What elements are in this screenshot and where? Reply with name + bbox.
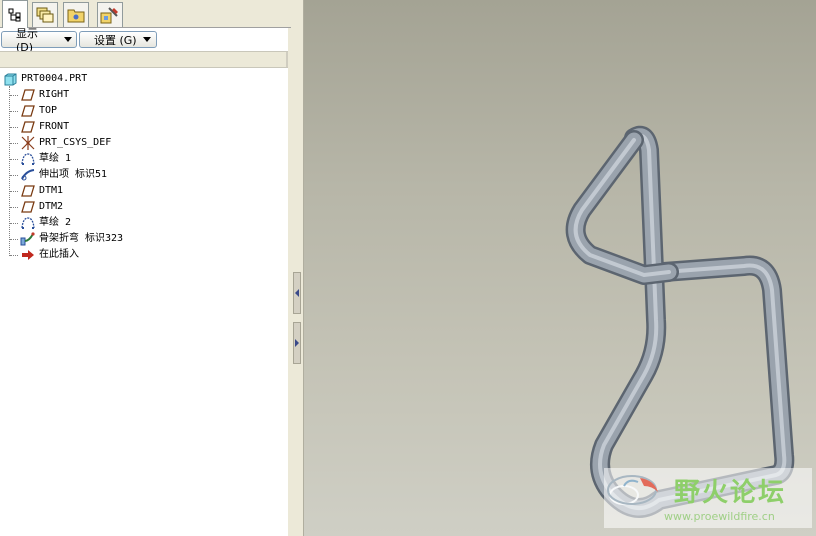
insert-here-arrow-icon (20, 247, 36, 263)
tree-branch (10, 255, 18, 256)
tree-branch (10, 223, 18, 224)
tree-item-label: 草绘 2 (39, 217, 72, 228)
datum-plane-icon (20, 183, 36, 199)
tree-root-node[interactable]: PRT0004.PRT (2, 71, 87, 87)
panel-splitter[interactable] (291, 0, 304, 536)
tree-item-top[interactable]: TOP (20, 103, 57, 119)
tree-item-label: FRONT (39, 121, 70, 132)
sketch-icon (20, 151, 36, 167)
tree-branch (10, 111, 18, 112)
datum-plane-icon (20, 119, 36, 135)
layers-icon (36, 7, 54, 23)
tree-item-right[interactable]: RIGHT (20, 87, 69, 103)
tree-item-sketch-2[interactable]: 草绘 2 (20, 215, 71, 231)
tree-item-label: 骨架折弯 标识323 (39, 233, 124, 244)
tree-item-front[interactable]: FRONT (20, 119, 69, 135)
datum-plane-icon (20, 199, 36, 215)
chevron-right-icon (294, 339, 299, 347)
part-icon (2, 71, 18, 87)
tree-item-label: TOP (39, 105, 58, 116)
folder-icon (67, 7, 85, 23)
tree-column-header[interactable] (0, 51, 288, 68)
sketch-icon (20, 215, 36, 231)
model-tree-tab[interactable] (2, 0, 28, 28)
tree-branch (10, 127, 18, 128)
tree-item-dtm2[interactable]: DTM2 (20, 199, 63, 215)
tree-item-insert-here[interactable]: 在此插入 (20, 247, 79, 263)
tree-item-prt-csys-def[interactable]: PRT_CSYS_DEF (20, 135, 111, 151)
tree-item-label: 在此插入 (39, 249, 79, 260)
settings-dropdown-button[interactable]: 设置 (G) (79, 31, 157, 48)
graphics-viewport[interactable]: 野火论坛 www.proewildfire.cn (304, 0, 816, 536)
tree-branch (10, 95, 18, 96)
tree-item-spinal-bend-323[interactable]: 骨架折弯 标识323 (20, 231, 123, 247)
watermark-url: www.proewildfire.cn (664, 510, 775, 523)
navigator-panel: 显示 (D) 设置 (G) PRT0004.PRT RIGHT TOP FRON… (0, 0, 291, 536)
tools-icon (100, 6, 120, 24)
tree-branch (10, 175, 18, 176)
spinal-bend-icon (20, 231, 36, 247)
tree-root-label: PRT0004.PRT (21, 73, 88, 84)
show-dropdown-button[interactable]: 显示 (D) (1, 27, 77, 54)
dropdown-arrow-icon (64, 37, 72, 42)
settings-dropdown-label: 设置 (G) (94, 33, 137, 47)
tree-branch (10, 143, 18, 144)
show-dropdown-label: 显示 (D) (16, 27, 38, 54)
tree-branch (10, 159, 18, 160)
coordinate-system-icon (20, 135, 36, 151)
forum-watermark: 野火论坛 www.proewildfire.cn (604, 468, 812, 528)
tree-item-sketch-1[interactable]: 草绘 1 (20, 151, 71, 167)
tree-item-label: DTM1 (39, 185, 64, 196)
tree-item-label: DTM2 (39, 201, 64, 212)
tree-item-label: PRT_CSYS_DEF (39, 137, 112, 148)
tree-item-label: RIGHT (39, 89, 70, 100)
tree-item-label: 草绘 1 (39, 153, 72, 164)
collapse-panel-button[interactable] (293, 272, 301, 314)
tree-item-dtm1[interactable]: DTM1 (20, 183, 63, 199)
datum-plane-icon (20, 103, 36, 119)
tree-branch (10, 207, 18, 208)
chevron-left-icon (294, 289, 299, 297)
layers-tab[interactable] (32, 2, 58, 27)
protrusion-icon (20, 167, 36, 183)
navigator-tab-bar (0, 0, 291, 28)
tree-item-protrusion-51[interactable]: 伸出项 标识51 (20, 167, 107, 183)
folder-browser-tab[interactable] (63, 2, 89, 27)
dropdown-arrow-icon (142, 37, 151, 42)
datum-plane-icon (20, 87, 36, 103)
watermark-title: 野火论坛 (674, 478, 787, 508)
tree-branch (10, 239, 18, 240)
tree-item-label: 伸出项 标识51 (39, 169, 108, 180)
navigator-toolbar: 显示 (D) 设置 (G) (0, 27, 291, 54)
model-tree-icon (8, 8, 22, 22)
favorites-tab[interactable] (97, 2, 123, 27)
tree-branch (10, 191, 18, 192)
bent-tube-model[interactable] (304, 0, 816, 536)
forum-logo-icon (607, 475, 658, 505)
expand-panel-button[interactable] (293, 322, 301, 364)
